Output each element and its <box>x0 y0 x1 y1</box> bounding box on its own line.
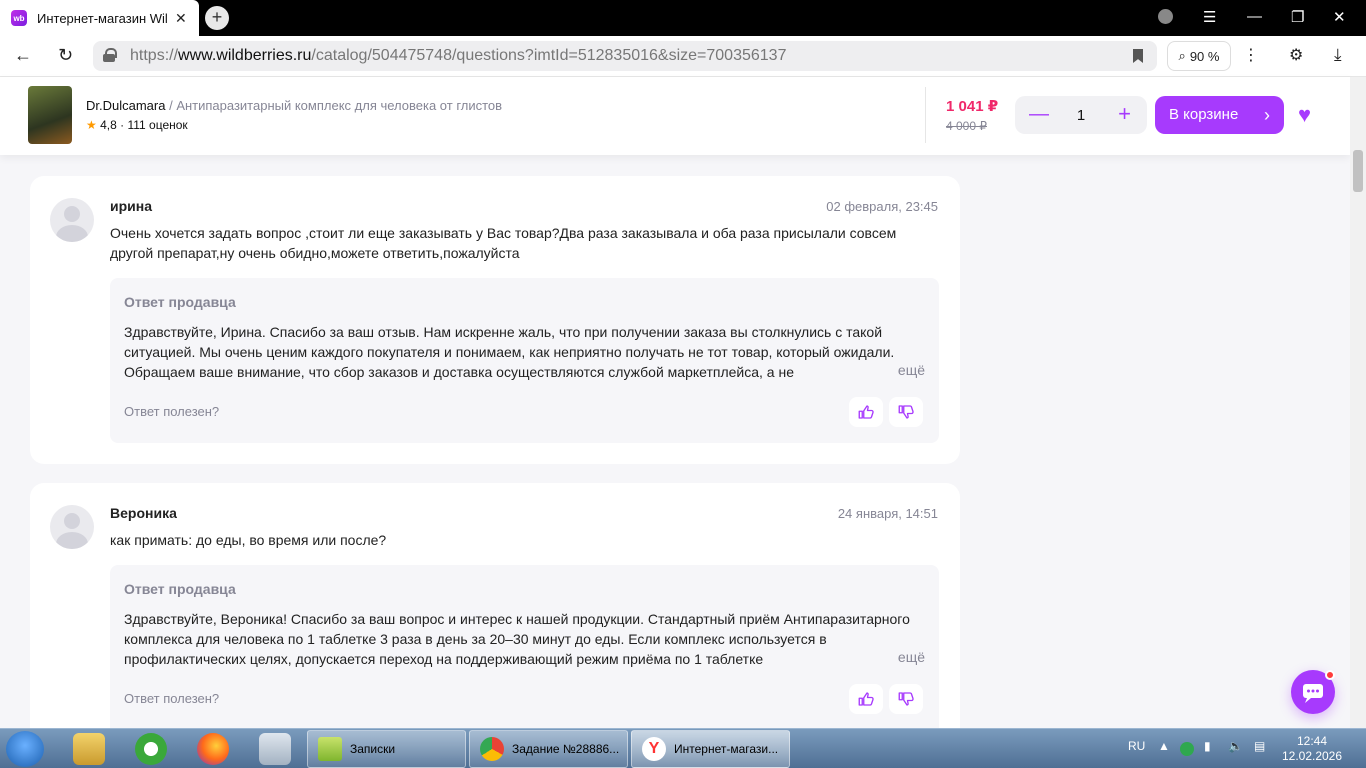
explorer-icon[interactable] <box>73 733 105 765</box>
quantity-stepper: — 1 + <box>1015 96 1147 134</box>
current-price: 1 041 ₽ <box>946 98 999 115</box>
browser-tab-bar: wb Интернет-магазин Wil ✕ + ☰ — ❐ ✕ <box>0 0 1366 36</box>
yandex-browser-icon: Y <box>642 737 666 761</box>
extensions-icon[interactable]: ⚙ <box>1289 45 1303 65</box>
url-text: https://www.wildberries.ru/catalog/50447… <box>130 47 787 64</box>
network-icon[interactable]: ▤ <box>1254 739 1265 753</box>
wildberries-favicon-icon: wb <box>11 10 27 26</box>
taskbar: Записки Задание №28886... Y Интернет-мага… <box>0 728 1366 768</box>
app-icon[interactable] <box>135 733 167 765</box>
show-more-link[interactable]: ещё <box>867 362 925 378</box>
more-options-icon[interactable]: ⋮ <box>1243 45 1259 65</box>
answer-title: Ответ продавца <box>124 294 236 310</box>
question-text: Очень хочется задать вопрос ,стоит ли ещ… <box>110 225 897 261</box>
minimize-icon[interactable]: — <box>1247 8 1262 25</box>
divider <box>925 87 926 143</box>
profile-icon[interactable] <box>1158 9 1173 24</box>
show-more-link[interactable]: ещё <box>867 649 925 665</box>
helpful-label: Ответ полезен? <box>124 691 220 706</box>
tab-title: Интернет-магазин Wil <box>37 10 168 26</box>
answer-text: Здравствуйте, Ирина. Спасибо за ваш отзы… <box>124 324 895 380</box>
thumbs-up-button[interactable] <box>849 684 883 714</box>
chat-button[interactable] <box>1291 670 1335 714</box>
bookmark-icon[interactable] <box>1133 49 1143 63</box>
question-date: 02 февраля, 23:45 <box>826 199 938 214</box>
question-author: ирина <box>110 198 153 214</box>
notification-dot <box>1325 670 1335 680</box>
taskbar-task-yandex[interactable]: Y Интернет-магази... <box>631 730 790 768</box>
answer-title: Ответ продавца <box>124 581 236 597</box>
seller-answer: Ответ продавца Здравствуйте, Вероника! С… <box>110 565 939 735</box>
menu-icon[interactable]: ☰ <box>1203 8 1216 26</box>
start-button[interactable] <box>6 731 44 767</box>
star-icon: ★ <box>86 118 97 132</box>
address-bar[interactable]: https://www.wildberries.ru/catalog/50447… <box>93 41 1157 71</box>
kaspersky-icon[interactable] <box>1180 742 1194 756</box>
thumbs-up-button[interactable] <box>849 397 883 427</box>
browser-nav-bar: ← ↻ https://www.wildberries.ru/catalog/5… <box>0 36 1366 77</box>
question-card: Вероника 24 января, 14:51 как примать: д… <box>30 483 960 743</box>
calculator-icon[interactable] <box>259 733 291 765</box>
question-author: Вероника <box>110 505 177 521</box>
product-title[interactable]: Dr.Dulcamara / Антипаразитарный комплекс… <box>86 98 502 113</box>
tray-arrow-icon[interactable]: ▲ <box>1158 739 1170 753</box>
thumbs-down-icon <box>898 692 914 706</box>
browser-tab-active[interactable]: wb Интернет-магазин Wil ✕ <box>0 0 199 36</box>
language-indicator[interactable]: RU <box>1128 739 1145 753</box>
new-tab-button[interactable]: + <box>205 6 229 30</box>
product-rating: ★ 4,8 · 111 оценок <box>86 118 188 132</box>
firefox-icon[interactable] <box>197 733 229 765</box>
taskbar-task-notes[interactable]: Записки <box>307 730 466 768</box>
page-scrollbar[interactable] <box>1350 77 1366 728</box>
in-cart-button[interactable]: В корзине › <box>1155 96 1284 134</box>
thumbs-down-icon <box>898 405 914 419</box>
thumbs-down-button[interactable] <box>889 684 923 714</box>
helpful-label: Ответ полезен? <box>124 404 220 419</box>
restore-icon[interactable]: ❐ <box>1291 8 1304 26</box>
thumbs-up-icon <box>858 692 874 706</box>
avatar <box>50 198 94 242</box>
taskbar-task-chrome[interactable]: Задание №28886... <box>469 730 628 768</box>
chrome-icon <box>480 737 504 761</box>
seller-answer: Ответ продавца Здравствуйте, Ирина. Спас… <box>110 278 939 443</box>
close-window-icon[interactable]: ✕ <box>1333 8 1346 26</box>
zoom-indicator[interactable]: ⌕ 90 % <box>1167 41 1231 71</box>
favorite-heart-icon[interactable]: ♥ <box>1298 104 1311 126</box>
question-text: как примать: до еды, во время или после? <box>110 532 387 548</box>
battery-icon[interactable]: ▮ <box>1204 739 1211 753</box>
tab-close-icon[interactable]: ✕ <box>175 10 187 27</box>
system-clock[interactable]: 12:44 12.02.2026 <box>1280 734 1344 764</box>
product-thumbnail[interactable] <box>28 86 72 144</box>
avatar <box>50 505 94 549</box>
increase-quantity-button[interactable]: + <box>1118 103 1131 125</box>
reload-icon[interactable]: ↻ <box>58 45 73 66</box>
old-price: 4 000 ₽ <box>946 119 987 133</box>
notes-icon <box>318 737 342 761</box>
answer-text: Здравствуйте, Вероника! Спасибо за ваш в… <box>124 611 910 667</box>
search-icon: ⌕ <box>1178 48 1186 63</box>
question-date: 24 января, 14:51 <box>837 506 938 521</box>
thumbs-down-button[interactable] <box>889 397 923 427</box>
back-arrow-icon[interactable]: ← <box>14 45 32 66</box>
volume-icon[interactable]: 🔈 <box>1228 739 1243 753</box>
question-card: ирина 02 февраля, 23:45 Очень хочется за… <box>30 176 960 464</box>
lock-icon <box>103 48 117 62</box>
thumbs-up-icon <box>858 405 874 419</box>
download-icon[interactable]: ⤓ <box>1334 45 1342 65</box>
chevron-right-icon: › <box>1264 105 1270 125</box>
product-sticky-header: Dr.Dulcamara / Антипаразитарный комплекс… <box>0 77 1350 155</box>
scrollbar-thumb[interactable] <box>1353 150 1363 192</box>
